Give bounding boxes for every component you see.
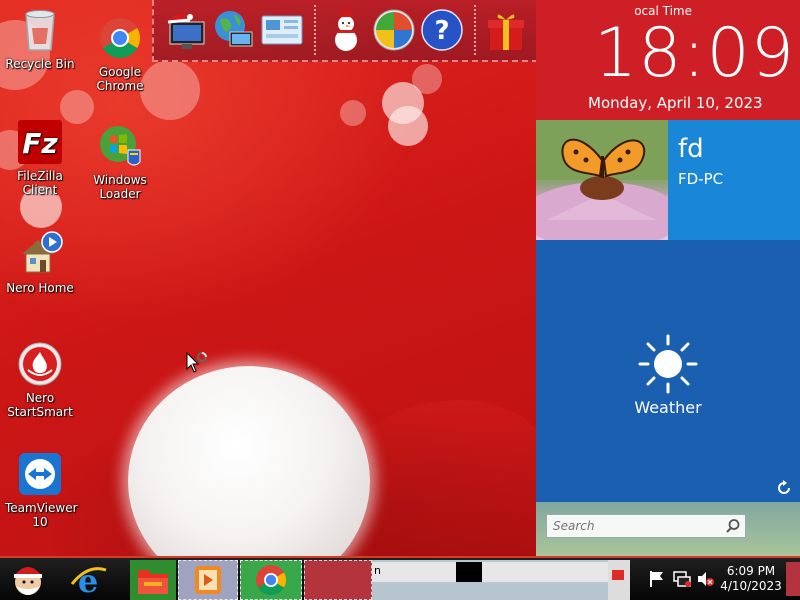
- network-icon[interactable]: [672, 570, 692, 588]
- help-icon[interactable]: ?: [420, 8, 464, 52]
- file-explorer-taskbar-button[interactable]: [130, 560, 176, 600]
- bokeh-light: [388, 106, 428, 146]
- window-thumbnail: [372, 562, 608, 582]
- user-tile[interactable]: fd FD-PC: [668, 120, 800, 240]
- volume-muted-icon[interactable]: [696, 570, 714, 588]
- santa-start-icon: [14, 567, 42, 595]
- svg-text:Fz: Fz: [22, 127, 58, 160]
- taskbar-button-group[interactable]: [304, 560, 372, 600]
- bokeh-light: [340, 100, 366, 126]
- window-thumbnail-block: [456, 562, 482, 582]
- clock-time: 18:09: [594, 14, 795, 93]
- nero-startsmart-icon: [16, 340, 64, 388]
- svg-text:?: ?: [434, 16, 449, 46]
- dock-separator: [314, 5, 316, 55]
- desktop-icon-label: Windows Loader: [93, 173, 147, 201]
- clock-date: Monday, April 10, 2023: [588, 94, 763, 112]
- desktop-icon-label: FileZilla Client: [17, 169, 63, 197]
- desktop-icon-recycle-bin[interactable]: Recycle Bin: [0, 6, 80, 71]
- bokeh-light: [412, 64, 442, 94]
- search-input[interactable]: [547, 515, 717, 537]
- internet-explorer-icon: e: [70, 562, 107, 600]
- taskbar-window-button[interactable]: n: [372, 560, 608, 600]
- desktop-icon-label: TeamViewer 10: [5, 501, 78, 529]
- search-icon[interactable]: [725, 518, 741, 534]
- tray-app-icon[interactable]: [608, 560, 630, 600]
- user-name: fd: [678, 134, 704, 164]
- desktop-icon-label: Nero StartSmart: [7, 391, 73, 419]
- internet-explorer-taskbar-button[interactable]: e: [66, 560, 110, 600]
- start-button[interactable]: [2, 560, 54, 600]
- teamviewer-icon: [16, 450, 64, 498]
- window-title: n: [374, 564, 381, 577]
- media-player-taskbar-button[interactable]: [178, 560, 238, 600]
- desktop-icon-label: Google Chrome: [96, 65, 144, 93]
- folder-icon: [130, 560, 176, 600]
- search-box[interactable]: [546, 514, 746, 538]
- clock-tile[interactable]: ocal Time 18:09 Monday, April 10, 2023: [536, 0, 800, 120]
- busy-cursor-icon: [186, 352, 207, 373]
- filezilla-icon: Fz: [16, 118, 64, 166]
- chrome-icon: [96, 14, 144, 62]
- taskbar: e n 6:09 PM 4/10/2023: [0, 556, 800, 600]
- dock-separator: [474, 5, 476, 55]
- desktop-icon-google-chrome[interactable]: Google Chrome: [80, 14, 160, 93]
- desktop-icon-teamviewer[interactable]: TeamViewer 10: [0, 450, 80, 529]
- chrome-taskbar-button[interactable]: [240, 560, 302, 600]
- santa-hat-pompom: [128, 366, 370, 556]
- chrome-icon: [256, 565, 287, 596]
- control-panel-icon[interactable]: [260, 8, 304, 52]
- tray-time: 6:09 PM: [726, 564, 776, 578]
- tray-clock[interactable]: 6:09 PM 4/10/2023: [718, 564, 784, 594]
- flag-icon[interactable]: [648, 570, 666, 588]
- desktop-icon-filezilla[interactable]: Fz FileZilla Client: [0, 118, 80, 197]
- desktop-icon-windows-loader[interactable]: Windows Loader: [80, 122, 160, 201]
- desktop-icon-label: Recycle Bin: [5, 57, 75, 71]
- tray-date: 4/10/2023: [720, 579, 782, 593]
- search-area: [536, 502, 800, 556]
- user-photo[interactable]: [536, 120, 668, 240]
- refresh-icon[interactable]: [776, 480, 792, 496]
- desktop-icon-nero-startsmart[interactable]: Nero StartSmart: [0, 340, 80, 419]
- nero-home-icon: [16, 230, 64, 278]
- computer-name: FD-PC: [678, 170, 724, 188]
- windows-loader-icon: [96, 122, 144, 170]
- tray-app-badge: [612, 570, 624, 580]
- globe-network-icon[interactable]: [212, 8, 256, 52]
- gift-icon[interactable]: [484, 8, 528, 52]
- santa-monitor-icon[interactable]: [164, 8, 208, 52]
- weather-tile[interactable]: Weather: [536, 240, 800, 502]
- recycle-bin-icon: [16, 6, 64, 54]
- windows-shield-icon[interactable]: [372, 8, 416, 52]
- snowman-icon[interactable]: [324, 8, 368, 52]
- media-player-icon: [195, 566, 221, 594]
- show-desktop-button[interactable]: [786, 562, 800, 596]
- weather-label: Weather: [634, 398, 702, 417]
- butterfly-flower-image: [536, 120, 668, 240]
- desktop-icon-nero-home[interactable]: Nero Home: [0, 230, 80, 295]
- sun-icon: [638, 334, 698, 394]
- desktop-icon-label: Nero Home: [6, 281, 74, 295]
- metro-panel: ocal Time 18:09 Monday, April 10, 2023 f…: [536, 0, 800, 556]
